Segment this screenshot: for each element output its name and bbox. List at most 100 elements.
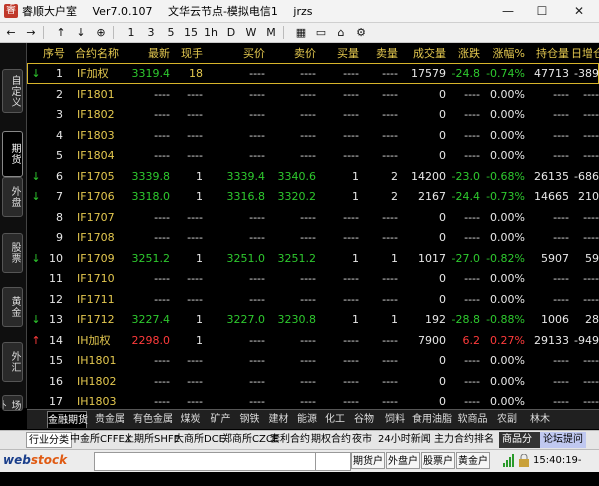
- cell-doi: ----: [583, 128, 599, 142]
- category-tab-14[interactable]: 林木: [524, 411, 556, 428]
- account-button-1[interactable]: 外盘户: [386, 452, 420, 469]
- side-tab-3[interactable]: 股票: [2, 233, 23, 273]
- col-pct[interactable]: 涨幅%: [482, 44, 525, 63]
- exchange-tab-7[interactable]: 夜市: [352, 432, 372, 448]
- table-row[interactable]: ↓ 1 IF加权 3319.4 18 ---- ---- ---- ---- 17579 -24.8…: [27, 63, 599, 84]
- table-row[interactable]: 2 IF1801 ---- ---- ---- ---- ---- ---- 0 ---- 0.00…: [27, 84, 599, 105]
- table-row[interactable]: 11 IF1710 ---- ---- ---- ---- ---- ---- 0 ---- 0.0…: [27, 268, 599, 289]
- cell-pct: 0.00%: [490, 128, 525, 142]
- exchange-tab-10[interactable]: 商品分: [499, 432, 543, 448]
- cell-code: IF1705: [77, 169, 115, 183]
- cell-last: 3251.2: [131, 251, 171, 265]
- exchange-tab-5[interactable]: 套利合约: [270, 432, 310, 448]
- side-tab-2[interactable]: 外盘: [2, 177, 23, 217]
- category-tab-0[interactable]: 金融期货: [47, 411, 88, 428]
- col-oi[interactable]: 持仓量: [525, 44, 569, 63]
- table-row[interactable]: ↑ 14 IH加权 2298.0 1 ---- ---- ---- ---- 7900 6.2 0.2…: [27, 330, 599, 351]
- table-row[interactable]: ↓ 6 IF1705 3339.8 1 3339.4 3340.6 1 2 14200 -23.0-…: [27, 166, 599, 187]
- side-tab-1[interactable]: 期货: [2, 131, 23, 177]
- col-sell[interactable]: 卖价: [270, 44, 316, 63]
- category-tab-6[interactable]: 建材: [265, 411, 292, 428]
- side-tab-6[interactable]: 场外: [2, 395, 23, 411]
- forum-question-button[interactable]: 论坛提问: [540, 432, 586, 448]
- table-row[interactable]: 16 IH1802 ---- ---- ---- ---- ---- ---- 0 ---- 0.0…: [27, 371, 599, 392]
- account-button-2[interactable]: 股票户: [421, 452, 455, 469]
- minimize-icon[interactable]: —: [491, 0, 525, 22]
- table-row[interactable]: ↓ 10 IF1709 3251.2 1 3251.0 3251.2 1 1 1017 -27.0-…: [27, 248, 599, 269]
- col-bv[interactable]: 买量: [322, 44, 359, 63]
- col-sv[interactable]: 卖量: [361, 44, 398, 63]
- exchange-tab-0[interactable]: 行业分类: [26, 432, 72, 448]
- toolbar-button-7[interactable]: 5: [162, 24, 180, 41]
- category-tab-13[interactable]: 农副: [493, 411, 521, 428]
- exchange-tab-9[interactable]: 主力合约排名: [434, 432, 494, 448]
- table-row[interactable]: 3 IF1802 ---- ---- ---- ---- ---- ---- 0 ---- 0.00…: [27, 104, 599, 125]
- cell-pct: 0.00%: [490, 210, 525, 224]
- col-idx[interactable]: 序号: [41, 44, 65, 63]
- category-tab-11[interactable]: 食用油脂: [412, 411, 452, 428]
- toolbar-button-4[interactable]: ⊕: [92, 24, 110, 41]
- code-input[interactable]: [315, 452, 351, 471]
- col-vol[interactable]: 成交量: [399, 44, 446, 63]
- maximize-icon[interactable]: ☐: [525, 0, 559, 22]
- exchange-tab-3[interactable]: 大商所DCE: [174, 432, 225, 448]
- col-buy[interactable]: 买价: [217, 44, 265, 63]
- toolbar-button-11[interactable]: W: [242, 24, 260, 41]
- category-tab-1[interactable]: 贵金属: [91, 411, 129, 428]
- table-row[interactable]: ↓ 13 IF1712 3227.4 1 3227.0 3230.8 1 1 192 -28.8 -0…: [27, 309, 599, 330]
- cell-oi: ----: [553, 128, 569, 142]
- col-last[interactable]: 最新: [126, 44, 170, 63]
- toolbar-button-5[interactable]: 1: [122, 24, 140, 41]
- toolbar-button-9[interactable]: 1h: [202, 24, 220, 41]
- category-tab-3[interactable]: 煤炭: [177, 411, 204, 428]
- table-row[interactable]: 15 IH1801 ---- ---- ---- ---- ---- ---- 0 ---- 0.0…: [27, 350, 599, 371]
- cell-sv: ----: [382, 231, 398, 244]
- exchange-tab-1[interactable]: 中金所CFFEX: [70, 432, 132, 448]
- col-hand[interactable]: 现手: [173, 44, 203, 63]
- news-ticker[interactable]: [94, 452, 316, 471]
- category-tab-2[interactable]: 有色金属: [133, 411, 173, 428]
- exchange-tab-2[interactable]: 上期所SHFE: [124, 432, 180, 448]
- table-row[interactable]: ↓ 7 IF1706 3318.0 1 3316.8 3320.2 1 2 2167 -24.4 -0…: [27, 186, 599, 207]
- exchange-tab-6[interactable]: 期权合约: [311, 432, 351, 448]
- account-button-3[interactable]: 黄金户: [456, 452, 490, 469]
- toolbar-button-0[interactable]: ←: [2, 24, 20, 41]
- col-chg[interactable]: 涨跌: [448, 44, 480, 63]
- toolbar-button-8[interactable]: 15: [182, 24, 200, 41]
- toolbar-button-14[interactable]: ▭: [312, 24, 330, 41]
- exchange-tab-8[interactable]: 24小时新闻: [378, 432, 431, 448]
- toolbar-button-3[interactable]: ↓: [72, 24, 90, 41]
- toolbar-button-16[interactable]: ⚙: [352, 24, 370, 41]
- account-button-0[interactable]: 期货户: [351, 452, 385, 469]
- toolbar-button-10[interactable]: D: [222, 24, 240, 41]
- toolbar-button-13[interactable]: ▦: [292, 24, 310, 41]
- side-tab-0[interactable]: 自定义: [2, 69, 23, 113]
- side-tab-5[interactable]: 外汇: [2, 342, 23, 382]
- toolbar-button-6[interactable]: 3: [142, 24, 160, 41]
- toolbar-button-15[interactable]: ⌂: [332, 24, 350, 41]
- category-tab-9[interactable]: 谷物: [350, 411, 378, 428]
- toolbar-button-1[interactable]: →: [22, 24, 40, 41]
- table-row[interactable]: 12 IF1711 ---- ---- ---- ---- ---- ---- 0 ---- 0.0…: [27, 289, 599, 310]
- category-tab-12[interactable]: 软商品: [454, 411, 491, 428]
- toolbar-button-12[interactable]: M: [262, 24, 280, 41]
- cell-pct: 0.00%: [490, 272, 525, 285]
- table-row[interactable]: 4 IF1803 ---- ---- ---- ---- ---- ---- 0 ---- 0.00…: [27, 125, 599, 146]
- col-code[interactable]: 合约名称: [75, 44, 123, 63]
- category-tab-10[interactable]: 饲料: [381, 411, 409, 428]
- cell-code: IF1711: [77, 292, 115, 306]
- table-row[interactable]: 8 IF1707 ---- ---- ---- ---- ---- ---- 0 ---- 0.00…: [27, 207, 599, 228]
- cell-last: ----: [154, 108, 170, 121]
- table-row[interactable]: 5 IF1804 ---- ---- ---- ---- ---- ---- 0 ---- 0.00…: [27, 145, 599, 166]
- toolbar-button-2[interactable]: ↑: [52, 24, 70, 41]
- side-tab-4[interactable]: 黄金: [2, 287, 23, 327]
- category-tab-5[interactable]: 钢铁: [236, 411, 263, 428]
- close-icon[interactable]: ✕: [559, 0, 599, 22]
- toolbar-separator: [43, 26, 50, 39]
- category-tab-4[interactable]: 矿产: [207, 411, 234, 428]
- table-row[interactable]: 9 IF1708 ---- ---- ---- ---- ---- ---- 0 ---- 0.00…: [27, 227, 599, 248]
- category-tab-7[interactable]: 能源: [294, 411, 320, 428]
- category-tab-8[interactable]: 化工: [322, 411, 348, 428]
- cell-oi: ----: [553, 108, 569, 121]
- col-doi[interactable]: 日增仓: [571, 44, 599, 63]
